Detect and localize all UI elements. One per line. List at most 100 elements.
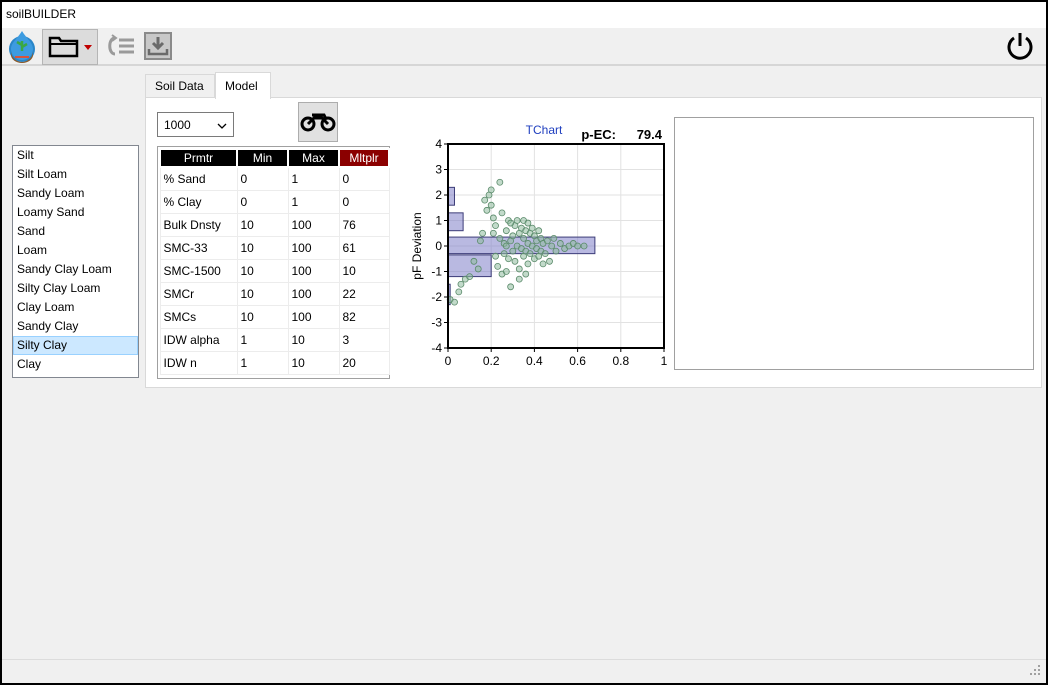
table-cell[interactable]: 10: [236, 258, 289, 283]
table-cell[interactable]: 1: [287, 189, 340, 214]
table-cell[interactable]: 1: [287, 166, 340, 191]
table-cell[interactable]: 10: [236, 212, 289, 237]
table-row[interactable]: SMC-33 10 100 61: [159, 235, 390, 260]
table-cell[interactable]: 100: [287, 281, 340, 306]
header-prmtr[interactable]: Prmtr: [159, 148, 238, 168]
table-row[interactable]: % Clay 0 1 0: [159, 189, 390, 214]
table-row[interactable]: SMCs 10 100 82: [159, 304, 390, 329]
table-cell[interactable]: 1: [236, 350, 289, 375]
table-cell[interactable]: 10: [236, 281, 289, 306]
table-header-row: Prmtr Min Max Mltplr: [159, 148, 390, 168]
table-cell[interactable]: 10: [338, 258, 390, 283]
table-cell[interactable]: % Clay: [159, 189, 238, 214]
table-cell[interactable]: Bulk Dnsty: [159, 212, 238, 237]
table-cell[interactable]: 0: [338, 166, 390, 191]
list-item[interactable]: Silt Loam: [13, 165, 138, 184]
data-point: [455, 288, 463, 296]
table-row[interactable]: Bulk Dnsty 10 100 76: [159, 212, 390, 237]
data-point: [496, 234, 504, 242]
y-axis-label: pF Deviation: [410, 212, 424, 279]
table-row[interactable]: % Sand 0 1 0: [159, 166, 390, 191]
data-point: [509, 232, 517, 240]
resize-grip-icon[interactable]: [1030, 664, 1040, 678]
chevron-down-icon[interactable]: [84, 40, 92, 54]
list-item[interactable]: Clay Loam: [13, 298, 138, 317]
list-item[interactable]: Silty Clay: [13, 336, 138, 355]
data-point: [543, 237, 551, 245]
x-tick-label: 0.4: [526, 354, 543, 368]
tab-soil-data[interactable]: Soil Data: [145, 74, 215, 98]
histogram-bar: [447, 212, 464, 232]
save-button[interactable]: [140, 29, 176, 65]
table-row[interactable]: IDW alpha 1 10 3: [159, 327, 390, 352]
table-cell[interactable]: 10: [236, 235, 289, 260]
table-cell[interactable]: 0: [338, 189, 390, 214]
y-tick-label: 3: [435, 163, 442, 177]
table-cell[interactable]: 22: [338, 281, 390, 306]
list-item[interactable]: Loam: [13, 241, 138, 260]
y-tick-label: 4: [435, 137, 442, 151]
iterations-dropdown[interactable]: 1000: [157, 112, 234, 137]
table-cell[interactable]: 10: [287, 327, 340, 352]
list-item[interactable]: Sandy Clay Loam: [13, 260, 138, 279]
table-cell[interactable]: IDW n: [159, 350, 238, 375]
table-cell[interactable]: SMC-33: [159, 235, 238, 260]
table-row[interactable]: IDW n 1 10 20: [159, 350, 390, 375]
table-cell[interactable]: 1: [236, 327, 289, 352]
header-min[interactable]: Min: [236, 148, 289, 168]
data-point: [477, 237, 484, 245]
logo-button[interactable]: [4, 29, 40, 65]
soil-type-list[interactable]: Silt Silt Loam Sandy Loam Loamy Sand Sand Loa…: [12, 145, 139, 378]
header-max[interactable]: Max: [287, 148, 340, 168]
table-cell[interactable]: 76: [338, 212, 390, 237]
list-item[interactable]: Sandy Loam: [13, 184, 138, 203]
status-bar: [2, 659, 1046, 683]
y-tick-label: 0: [435, 239, 442, 253]
power-button[interactable]: [1000, 29, 1040, 65]
table-cell[interactable]: 0: [236, 166, 289, 191]
table-cell[interactable]: SMCs: [159, 304, 238, 329]
data-point: [546, 257, 553, 265]
data-point: [505, 255, 512, 263]
data-point: [520, 234, 527, 242]
table-cell[interactable]: 0: [236, 189, 289, 214]
y-tick-label: 1: [435, 214, 442, 228]
table-cell[interactable]: 100: [287, 212, 340, 237]
tab-model[interactable]: Model: [215, 72, 271, 99]
list-item[interactable]: Loamy Sand: [13, 203, 138, 222]
list-item[interactable]: Clay: [13, 355, 138, 374]
list-item[interactable]: Silty Clay Loam: [13, 279, 138, 298]
x-tick-label: 1: [661, 354, 668, 368]
table-cell[interactable]: 100: [287, 258, 340, 283]
data-point: [483, 206, 491, 214]
table-cell[interactable]: IDW alpha: [159, 327, 238, 352]
run-model-button[interactable]: [298, 102, 338, 142]
data-point: [507, 219, 515, 227]
table-row[interactable]: SMCr 10 100 22: [159, 281, 390, 306]
table-cell[interactable]: SMC-1500: [159, 258, 238, 283]
table-cell[interactable]: 3: [338, 327, 390, 352]
table-cell[interactable]: 20: [338, 350, 390, 375]
table-cell[interactable]: % Sand: [159, 166, 238, 191]
list-item[interactable]: Sandy Clay: [13, 317, 138, 336]
list-item[interactable]: Silt: [13, 146, 138, 165]
open-file-button[interactable]: [42, 29, 98, 65]
data-point: [502, 242, 510, 250]
data-point: [550, 234, 558, 242]
y-tick-label: -4: [431, 341, 442, 355]
table-cell[interactable]: 10: [287, 350, 340, 375]
table-row[interactable]: SMC-1500 10 100 10: [159, 258, 390, 283]
undo-list-button[interactable]: [102, 29, 138, 65]
table-cell[interactable]: 100: [287, 235, 340, 260]
header-mltplr[interactable]: Mltplr: [338, 148, 390, 168]
list-item[interactable]: Sand: [13, 222, 138, 241]
data-point: [474, 265, 482, 273]
data-point: [487, 186, 495, 194]
table-cell[interactable]: SMCr: [159, 281, 238, 306]
table-cell[interactable]: 10: [236, 304, 289, 329]
table-cell[interactable]: 61: [338, 235, 390, 260]
table-cell[interactable]: 82: [338, 304, 390, 329]
data-point: [580, 242, 588, 250]
power-icon: [1005, 31, 1035, 64]
table-cell[interactable]: 100: [287, 304, 340, 329]
